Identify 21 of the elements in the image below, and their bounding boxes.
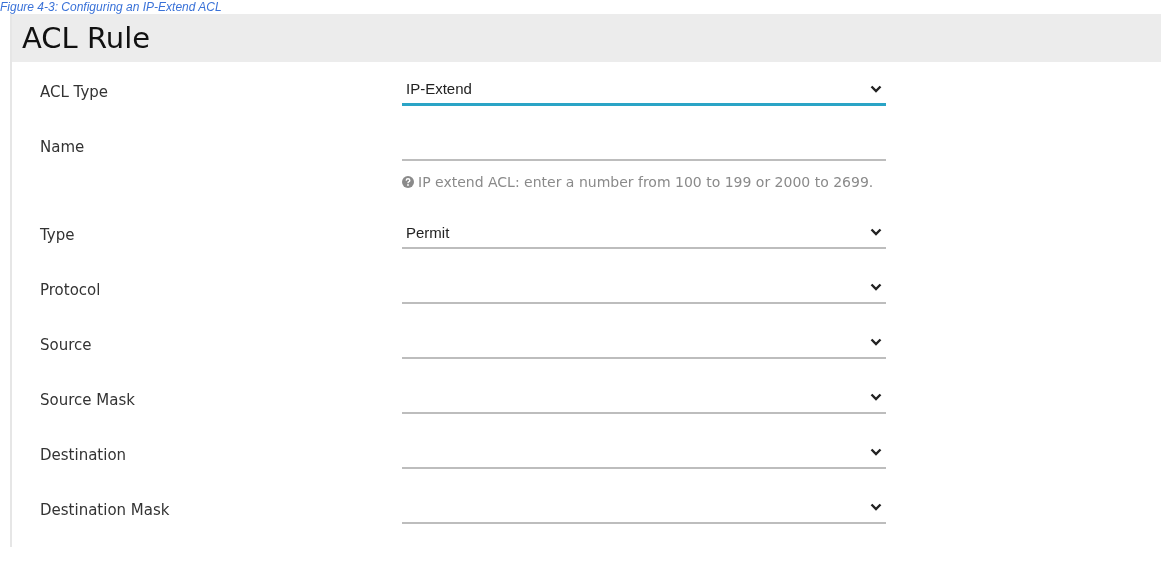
chevron-down-icon <box>870 228 882 236</box>
field-label: Source <box>40 335 93 354</box>
field-label: ACL Type <box>40 82 110 101</box>
panel-title: ACL Rule <box>22 21 151 55</box>
chevron-down-icon <box>870 283 882 291</box>
hint-text: IP extend ACL: enter a number from 100 to 199 or 2000 to 2699. <box>418 173 874 190</box>
chevron-down-icon <box>870 84 882 93</box>
field-label: Protocol <box>40 280 102 299</box>
field-label: Source Mask <box>40 390 136 409</box>
chevron-down-icon <box>870 393 882 401</box>
dropdown[interactable]: IP-Extend <box>402 74 886 106</box>
dropdown[interactable]: Permit <box>402 217 886 249</box>
help-icon <box>402 175 414 188</box>
figure-caption: Figure 4-3: Configuring an IP-Extend ACL <box>0 0 223 14</box>
chevron-down-icon <box>870 503 882 511</box>
field-label: Destination <box>40 445 128 464</box>
chevron-down-icon <box>870 338 882 346</box>
field-label: Destination Mask <box>40 500 171 519</box>
field-label: Type <box>40 225 76 244</box>
field-label: Name <box>40 137 86 156</box>
chevron-down-icon <box>870 448 882 456</box>
